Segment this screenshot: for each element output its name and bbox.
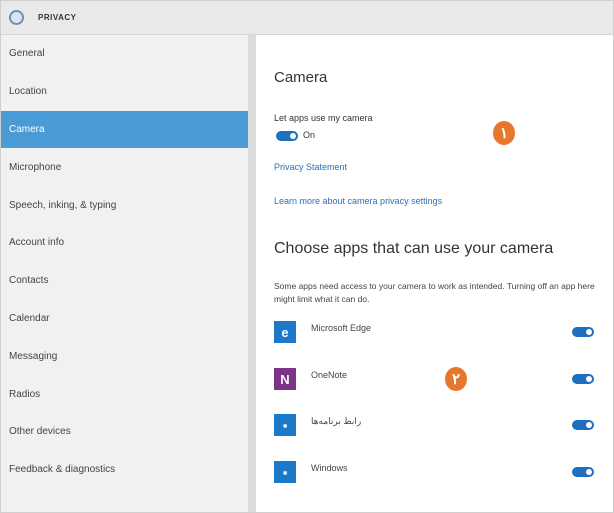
learn-more-link[interactable]: Learn more about camera privacy settings <box>274 196 442 206</box>
app-row-onenote: N OneNote <box>274 368 613 394</box>
annotation-badge-2: ۲ <box>445 367 467 391</box>
pane-divider[interactable] <box>248 35 256 512</box>
edge-camera-toggle[interactable] <box>572 327 594 337</box>
sidebar: General Location Camera Microphone Speec… <box>1 35 249 512</box>
sidebar-item-messaging[interactable]: Messaging <box>1 337 248 375</box>
sidebar-item-feedback[interactable]: Feedback & diagnostics <box>1 451 248 489</box>
settings-gear-icon <box>9 10 24 25</box>
section-title: Choose apps that can use your camera <box>274 240 554 257</box>
sidebar-item-general[interactable]: General <box>1 35 248 73</box>
edge-icon: e <box>274 321 296 343</box>
camera-toggle-state: On <box>303 130 316 140</box>
sidebar-item-other-devices[interactable]: Other devices <box>1 413 248 451</box>
app-name: OneNote <box>311 370 348 380</box>
sidebar-item-contacts[interactable]: Contacts <box>1 262 248 300</box>
sidebar-item-radios[interactable]: Radios <box>1 375 248 413</box>
app-name: رابط برنامه‌ها <box>311 416 362 426</box>
app-connector-icon: ▪ <box>274 414 296 436</box>
app-connector-camera-toggle[interactable] <box>572 420 594 430</box>
app-name: Microsoft Edge <box>311 323 372 333</box>
sidebar-item-microphone[interactable]: Microphone <box>1 148 248 186</box>
windows-camera-toggle[interactable] <box>572 467 594 477</box>
onenote-icon: N <box>274 368 296 390</box>
camera-toggle[interactable] <box>276 131 298 141</box>
app-row-edge: e Microsoft Edge <box>274 321 613 347</box>
page-title: Camera <box>274 69 328 86</box>
app-row-windows: ▪ Windows <box>274 461 613 487</box>
windows-app-icon: ▪ <box>274 461 296 483</box>
sidebar-item-camera[interactable]: Camera <box>1 110 249 149</box>
sidebar-item-speech[interactable]: Speech, inking, & typing <box>1 186 248 224</box>
settings-window: PRIVACY General Location Camera Micropho… <box>0 0 614 513</box>
annotation-badge-1: ۱ <box>493 121 515 145</box>
app-row-app-connector: ▪ رابط برنامه‌ها <box>274 414 613 440</box>
onenote-camera-toggle[interactable] <box>572 374 594 384</box>
app-name: Windows <box>311 463 348 473</box>
camera-setting-label: Let apps use my camera <box>274 113 373 123</box>
sidebar-item-account-info[interactable]: Account info <box>1 224 248 262</box>
window-title: PRIVACY <box>38 13 77 22</box>
section-description: Some apps need access to your camera to … <box>274 281 595 304</box>
sidebar-item-calendar[interactable]: Calendar <box>1 300 248 338</box>
privacy-statement-link[interactable]: Privacy Statement <box>274 162 347 172</box>
title-bar: PRIVACY <box>1 1 613 35</box>
main-content: Camera Let apps use my camera On Privacy… <box>256 35 613 512</box>
sidebar-item-location[interactable]: Location <box>1 73 248 111</box>
